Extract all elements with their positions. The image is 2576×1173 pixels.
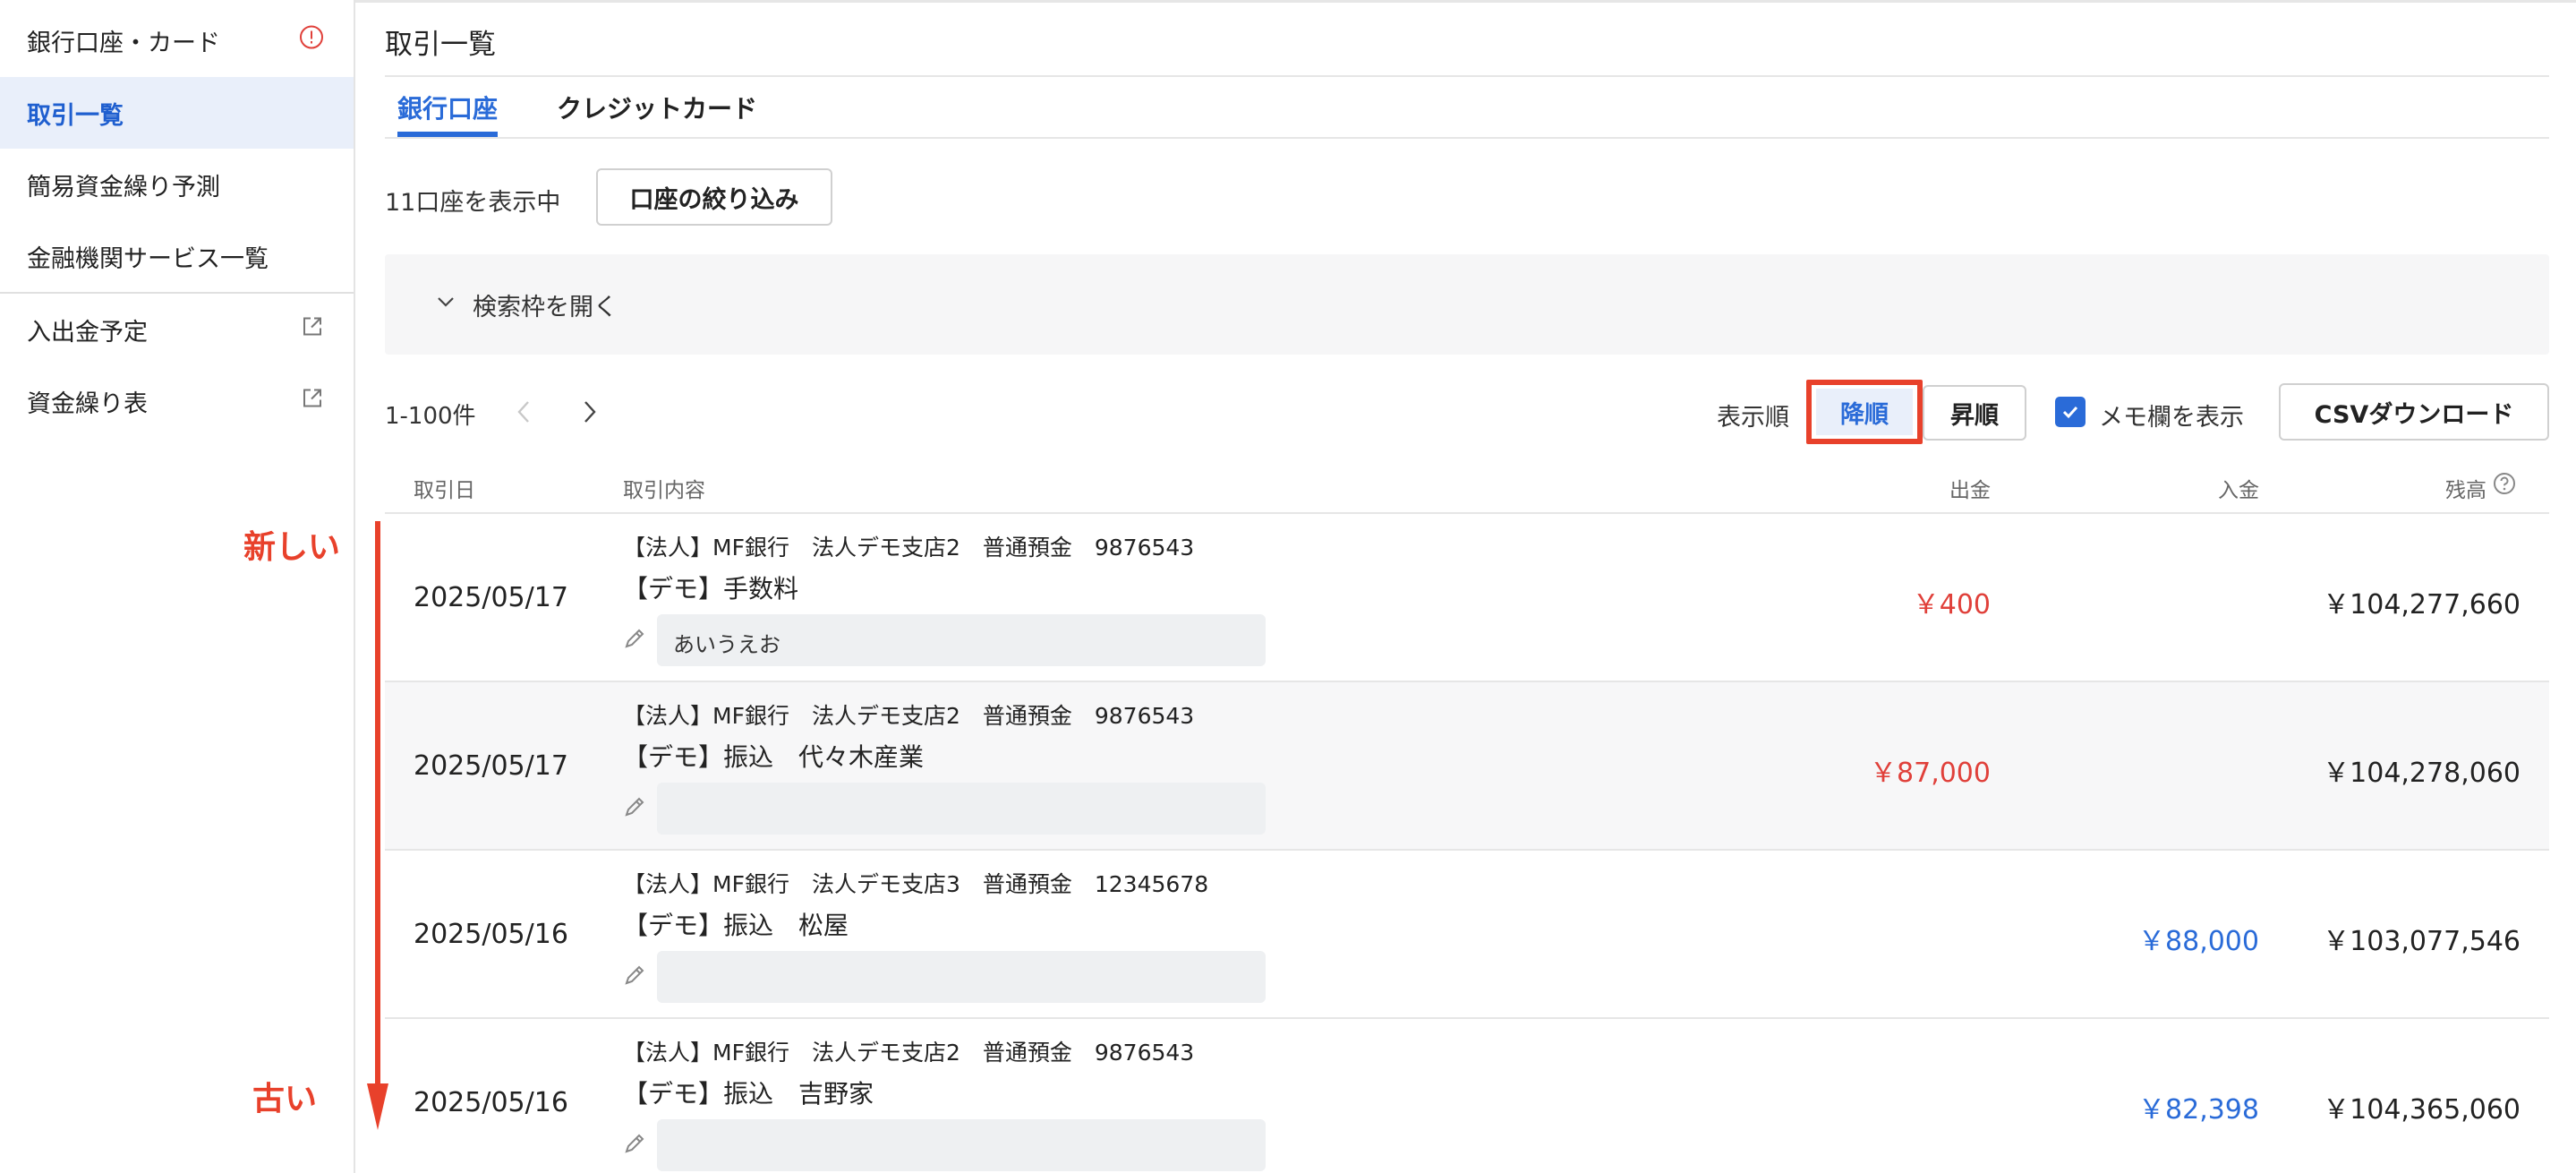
memo-visibility-checkbox[interactable] [2055, 397, 2086, 427]
transaction-description: 【デモ】手数料 [623, 574, 799, 604]
page-title: 取引一覧 [385, 29, 496, 61]
deposit-amount: ￥82,398 [2138, 1094, 2259, 1126]
sort-descending-highlight: 降順 [1806, 380, 1923, 444]
balance-amount: ￥104,277,660 [2323, 589, 2521, 621]
sidebar-item-cashflow-table[interactable]: 資金繰り表 [0, 365, 354, 437]
filter-accounts-button[interactable]: 口座の絞り込み [596, 168, 832, 226]
pencil-icon[interactable] [621, 1130, 648, 1160]
sidebar-item-transactions[interactable]: 取引一覧 [0, 77, 354, 149]
column-header-balance: 残高 [2445, 479, 2486, 502]
transaction-account: 【法人】MF銀行 法人デモ支店2 普通預金 9876543 [623, 703, 1195, 729]
sidebar-item-label: 入出金予定 [27, 318, 148, 347]
transaction-date: 2025/05/16 [414, 1087, 568, 1118]
balance-amount: ￥104,278,060 [2323, 758, 2521, 789]
column-header-content: 取引内容 [623, 479, 705, 502]
chevron-left-icon[interactable] [510, 397, 537, 431]
table-row[interactable]: 2025/05/17 【法人】MF銀行 法人デモ支店2 普通預金 9876543… [385, 514, 2549, 682]
transaction-description: 【デモ】振込 吉野家 [623, 1079, 874, 1109]
account-count: 11口座を表示中 [385, 189, 561, 217]
external-link-icon [300, 314, 325, 346]
check-icon [2062, 406, 2078, 419]
help-circle-icon[interactable] [2492, 471, 2517, 501]
sidebar-item-label: 取引一覧 [27, 101, 124, 130]
table-row[interactable]: 2025/05/16 【法人】MF銀行 法人デモ支店2 普通預金 9876543… [385, 1019, 2549, 1173]
csv-download-button[interactable]: CSVダウンロード [2279, 383, 2549, 441]
transaction-date: 2025/05/17 [414, 582, 568, 613]
column-header-deposit: 入金 [2218, 479, 2259, 502]
transaction-date: 2025/05/16 [414, 919, 568, 950]
top-border [0, 0, 2576, 3]
memo-input[interactable]: あいうえお [657, 614, 1266, 666]
withdrawal-amount: ￥87,000 [1870, 758, 1991, 789]
annotation-newer: 新しい [243, 529, 341, 566]
sidebar-item-label: 銀行口座・カード [27, 29, 220, 57]
external-link-icon [300, 386, 325, 417]
balance-amount: ￥104,365,060 [2323, 1094, 2521, 1126]
pencil-icon[interactable] [621, 793, 648, 824]
title-divider [385, 75, 2549, 77]
search-panel-toggle[interactable]: 検索枠を開く [385, 254, 2549, 355]
transaction-description: 【デモ】振込 松屋 [623, 911, 849, 940]
sidebar-item-bank-accounts[interactable]: 銀行口座・カード [0, 4, 354, 76]
pencil-icon[interactable] [621, 962, 648, 992]
search-toggle-label: 検索枠を開く [473, 293, 618, 321]
sort-order-label: 表示順 [1717, 404, 1789, 432]
sidebar-item-cashflow-forecast[interactable]: 簡易資金繰り予測 [0, 149, 354, 220]
memo-input[interactable] [657, 1119, 1266, 1171]
transaction-date: 2025/05/17 [414, 750, 568, 782]
alert-circle-icon [298, 24, 325, 57]
pagination-range: 1-100件 [385, 403, 476, 430]
memo-input[interactable] [657, 783, 1266, 835]
memo-input[interactable] [657, 951, 1266, 1003]
balance-amount: ￥103,077,546 [2323, 926, 2521, 957]
transaction-description: 【デモ】振込 代々木産業 [623, 742, 925, 772]
transaction-account: 【法人】MF銀行 法人デモ支店2 普通預金 9876543 [623, 535, 1195, 561]
chevron-down-icon [435, 291, 456, 319]
tabs-divider [385, 137, 2549, 139]
pencil-icon[interactable] [621, 625, 648, 655]
column-header-withdrawal: 出金 [1949, 479, 1991, 502]
sort-descending-button[interactable]: 降順 [1816, 389, 1913, 435]
tab-bank-accounts[interactable]: 銀行口座 [397, 90, 499, 137]
annotation-older: 古い [252, 1081, 318, 1117]
sort-ascending-button[interactable]: 昇順 [1923, 385, 2026, 441]
transaction-account: 【法人】MF銀行 法人デモ支店2 普通預金 9876543 [623, 1040, 1195, 1066]
deposit-amount: ￥88,000 [2138, 926, 2259, 957]
memo-visibility-label[interactable]: メモ欄を表示 [2099, 398, 2244, 432]
sidebar-item-financial-services[interactable]: 金融機関サービス一覧 [0, 220, 354, 292]
sidebar-item-scheduled-payments[interactable]: 入出金予定 [0, 294, 354, 365]
table-row[interactable]: 2025/05/16 【法人】MF銀行 法人デモ支店3 普通預金 1234567… [385, 851, 2549, 1019]
sidebar: 銀行口座・カード 取引一覧 簡易資金繰り予測 金融機関サービス一覧 入出金予定 … [0, 0, 355, 1173]
withdrawal-amount: ￥400 [1912, 589, 1991, 621]
sidebar-item-label: 資金繰り表 [27, 390, 148, 418]
transaction-account: 【法人】MF銀行 法人デモ支店3 普通預金 12345678 [623, 871, 1209, 897]
sidebar-item-label: 簡易資金繰り予測 [27, 173, 220, 201]
chevron-right-icon[interactable] [576, 397, 603, 431]
column-header-date: 取引日 [414, 479, 475, 502]
table-row[interactable]: 2025/05/17 【法人】MF銀行 法人デモ支店2 普通預金 9876543… [385, 682, 2549, 851]
tab-credit-cards[interactable]: クレジットカード [557, 90, 757, 137]
sidebar-item-label: 金融機関サービス一覧 [27, 244, 269, 273]
